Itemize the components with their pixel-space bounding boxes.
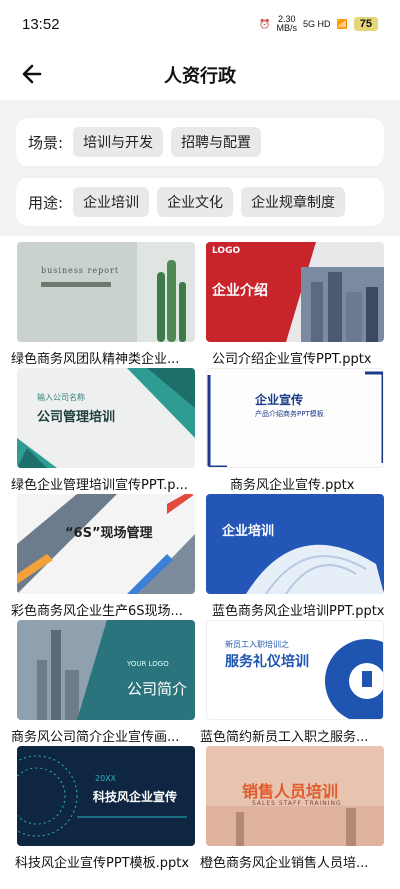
chip-corporate-culture[interactable]: 企业文化 xyxy=(157,187,234,217)
template-grid: business report 绿色商务风团队精神类企业... LOGO 企业介… xyxy=(0,236,400,889)
template-caption: 彩色商务风企业生产6S现场... xyxy=(11,604,183,619)
thumb-title: 公司简介 xyxy=(127,680,188,698)
chip-regulations[interactable]: 企业规章制度 xyxy=(241,187,346,217)
template-thumbnail: LOGO 企业介绍 xyxy=(206,242,384,342)
chip-training-development[interactable]: 培训与开发 xyxy=(73,127,164,157)
thumb-title: 企业培训 xyxy=(222,524,275,539)
template-caption: 商务风公司简介企业宣传画... xyxy=(11,730,180,745)
status-bar: 13:52 ⏰ 2.30 MB/s 5G HD 📶 75 xyxy=(0,0,400,48)
wifi-icon: 📶 xyxy=(336,18,348,29)
thumb-text: 输入公司名称 xyxy=(37,393,85,402)
template-card[interactable]: 20XX 科技风企业宣传 科技风企业宣传PPT模板.pptx xyxy=(15,746,195,871)
thumb-subtitle: SALES STAFF TRAINING xyxy=(252,800,342,807)
template-thumbnail: 企业宣传 产品介绍商务PPT模板 xyxy=(206,368,384,468)
status-icons: ⏰ 2.30 MB/s 5G HD 📶 75 xyxy=(259,15,378,33)
thumb-title: “6S”现场管理 xyxy=(65,526,153,541)
signal-label: 5G HD xyxy=(303,19,331,29)
page-title: 人资行政 xyxy=(164,66,236,87)
template-caption: 橙色商务风企业销售人员培... xyxy=(200,856,369,871)
template-thumbnail: 20XX 科技风企业宣传 xyxy=(17,746,195,846)
template-card[interactable]: 企业培训 蓝色商务风企业培训PPT.pptx xyxy=(206,494,385,619)
template-caption: 科技风企业宣传PPT模板.pptx xyxy=(15,856,190,871)
thumb-logo-text: LOGO xyxy=(212,246,241,256)
thumb-title: 企业宣传 xyxy=(255,393,304,407)
template-caption: 公司介绍企业宣传PPT.pptx xyxy=(212,352,372,367)
thumb-title: 服务礼仪培训 xyxy=(225,654,309,670)
net-speed: 2.30 MB/s xyxy=(276,14,298,33)
template-thumbnail: “6S”现场管理 xyxy=(17,494,195,594)
template-card[interactable]: 输入公司名称 公司管理培训 绿色企业管理培训宣传PPT.p... xyxy=(11,368,195,493)
template-caption: 蓝色商务风企业培训PPT.pptx xyxy=(212,604,385,619)
template-card[interactable]: “6S”现场管理 彩色商务风企业生产6S现场... xyxy=(11,494,195,619)
template-card[interactable]: YOUR LOGO 公司简介 商务风公司简介企业宣传画... xyxy=(11,620,195,745)
thumb-subtitle: 产品介绍商务PPT模板 xyxy=(255,410,324,418)
thumb-title: 科技风企业宣传 xyxy=(93,790,178,804)
template-thumbnail: 销售人员培训 SALES STAFF TRAINING xyxy=(206,746,384,846)
chip-recruitment[interactable]: 招聘与配置 xyxy=(171,127,262,157)
chip-corporate-training[interactable]: 企业培训 xyxy=(73,187,150,217)
status-time: 13:52 xyxy=(22,15,60,33)
thumb-title: 销售人员培训 xyxy=(242,782,339,801)
battery-icon: 75 xyxy=(353,17,378,31)
template-caption: 蓝色简约新员工入职之服务... xyxy=(200,730,369,745)
thumb-logo-text: YOUR LOGO xyxy=(127,660,169,668)
template-caption: 绿色企业管理培训宣传PPT.p... xyxy=(11,478,188,493)
thumb-text: business report xyxy=(41,266,120,275)
usage-label: 用途: xyxy=(28,193,64,212)
alarm-icon: ⏰ xyxy=(259,18,271,29)
template-card[interactable]: 新员工入职培训之 服务礼仪培训 蓝色简约新员工入职之服务... xyxy=(200,620,384,745)
thumb-text: 20XX xyxy=(95,774,117,783)
template-caption: 绿色商务风团队精神类企业... xyxy=(11,352,180,367)
template-thumbnail: 新员工入职培训之 服务礼仪培训 xyxy=(206,620,384,720)
template-thumbnail: 企业培训 xyxy=(206,494,384,594)
template-card[interactable]: LOGO 企业介绍 公司介绍企业宣传PPT.pptx xyxy=(206,242,384,367)
template-thumbnail: 输入公司名称 公司管理培训 xyxy=(17,368,195,468)
header: 人资行政 xyxy=(0,48,400,100)
template-card[interactable]: 销售人员培训 SALES STAFF TRAINING 橙色商务风企业销售人员培… xyxy=(200,746,384,871)
template-thumbnail: business report xyxy=(17,242,195,342)
usage-filter: 用途: 企业培训 企业文化 企业规章制度 xyxy=(16,178,384,226)
thumb-title: 公司管理培训 xyxy=(37,410,116,425)
scene-filter: 场景: 培训与开发 招聘与配置 xyxy=(16,118,384,166)
thumb-text: 新员工入职培训之 xyxy=(225,640,289,649)
thumb-title: 企业介绍 xyxy=(212,283,268,299)
template-caption: 商务风企业宣传.pptx xyxy=(230,478,355,493)
template-card[interactable]: 企业宣传 产品介绍商务PPT模板 商务风企业宣传.pptx xyxy=(206,368,384,493)
scene-label: 场景: xyxy=(28,133,64,152)
template-thumbnail: YOUR LOGO 公司简介 xyxy=(17,620,195,720)
template-card[interactable]: business report 绿色商务风团队精神类企业... xyxy=(11,242,195,367)
